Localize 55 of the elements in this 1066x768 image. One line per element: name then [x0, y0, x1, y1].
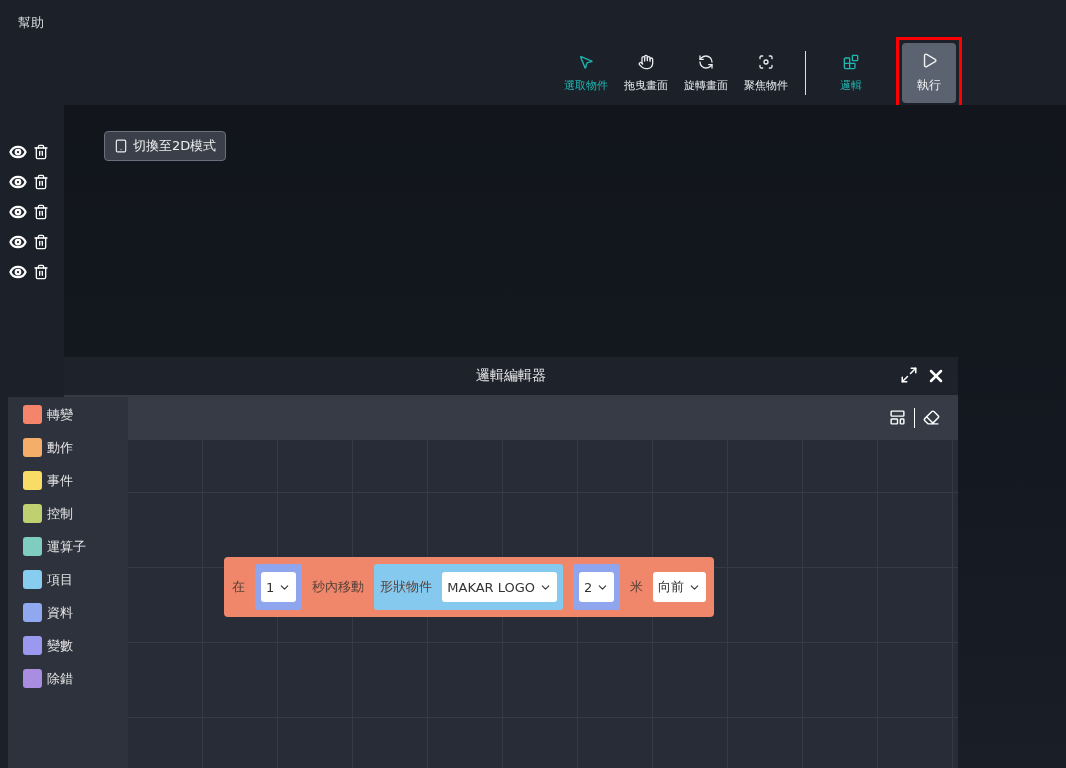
toolbar-button[interactable]: 拖曳畫面 [617, 49, 675, 97]
toolbar-button[interactable]: 選取物件 [557, 49, 615, 97]
code-block[interactable]: 在 1 秒內移動 形狀物件 MAKAR LOGO 2 米 向前 [224, 557, 715, 617]
mode-switch-button[interactable]: 切換至2D模式 [104, 131, 227, 161]
category-label[interactable]: 運算子 [47, 537, 86, 556]
run-button[interactable]: 執行 [902, 43, 956, 103]
tool-icon [698, 53, 714, 70]
trash-icon[interactable] [33, 264, 49, 280]
editor-title: 邏輯編輯器 [476, 367, 546, 385]
eye-icon[interactable] [9, 263, 27, 281]
category-swatch[interactable] [23, 504, 42, 523]
category-label[interactable]: 項目 [47, 570, 73, 589]
tool-icon [638, 53, 654, 70]
category-swatch[interactable] [23, 537, 42, 556]
expand-icon[interactable] [900, 366, 918, 384]
eye-icon[interactable] [9, 143, 27, 161]
trash-icon[interactable] [33, 174, 49, 190]
number-dropdown[interactable]: 1 [261, 572, 297, 602]
tool-icon [843, 53, 859, 70]
trash-icon[interactable] [33, 144, 49, 160]
category-swatch[interactable] [23, 669, 42, 688]
layout-icon[interactable] [889, 409, 906, 426]
category-label[interactable]: 事件 [47, 471, 73, 490]
block-label: 秒內移動 [312, 578, 365, 596]
eye-icon[interactable] [9, 173, 27, 191]
category-swatch[interactable] [23, 438, 42, 457]
tablet-icon [114, 139, 128, 153]
tool-icon [578, 53, 594, 70]
category-swatch[interactable] [23, 603, 42, 622]
direction-dropdown[interactable]: 向前 [653, 572, 707, 602]
category-label[interactable]: 控制 [47, 504, 73, 523]
toolbar-button[interactable]: 邏輯 [822, 49, 880, 97]
help-menu[interactable]: 幫助 [18, 14, 44, 32]
category-label[interactable]: 動作 [47, 438, 73, 457]
eye-icon[interactable] [9, 203, 27, 221]
category-swatch[interactable] [23, 405, 42, 424]
slot-label: 形狀物件 [380, 578, 433, 596]
block-label: 米 [630, 578, 644, 596]
category-swatch[interactable] [23, 471, 42, 490]
trash-icon[interactable] [33, 204, 49, 220]
toolbar-button[interactable]: 旋轉畫面 [677, 49, 735, 97]
number-dropdown[interactable]: 2 [579, 572, 615, 602]
category-label[interactable]: 資料 [47, 603, 73, 622]
category-label[interactable]: 變數 [47, 636, 73, 655]
category-label[interactable]: 轉變 [47, 405, 73, 424]
category-swatch[interactable] [23, 636, 42, 655]
object-dropdown[interactable]: MAKAR LOGO [442, 572, 558, 602]
toolbar-button[interactable]: 聚焦物件 [737, 49, 795, 97]
category-label[interactable]: 除錯 [47, 669, 73, 688]
tool-icon [758, 53, 774, 70]
eraser-icon[interactable] [923, 409, 940, 426]
category-swatch[interactable] [23, 570, 42, 589]
block-label: 在 [232, 578, 245, 596]
eye-icon[interactable] [9, 233, 27, 251]
trash-icon[interactable] [33, 234, 49, 250]
